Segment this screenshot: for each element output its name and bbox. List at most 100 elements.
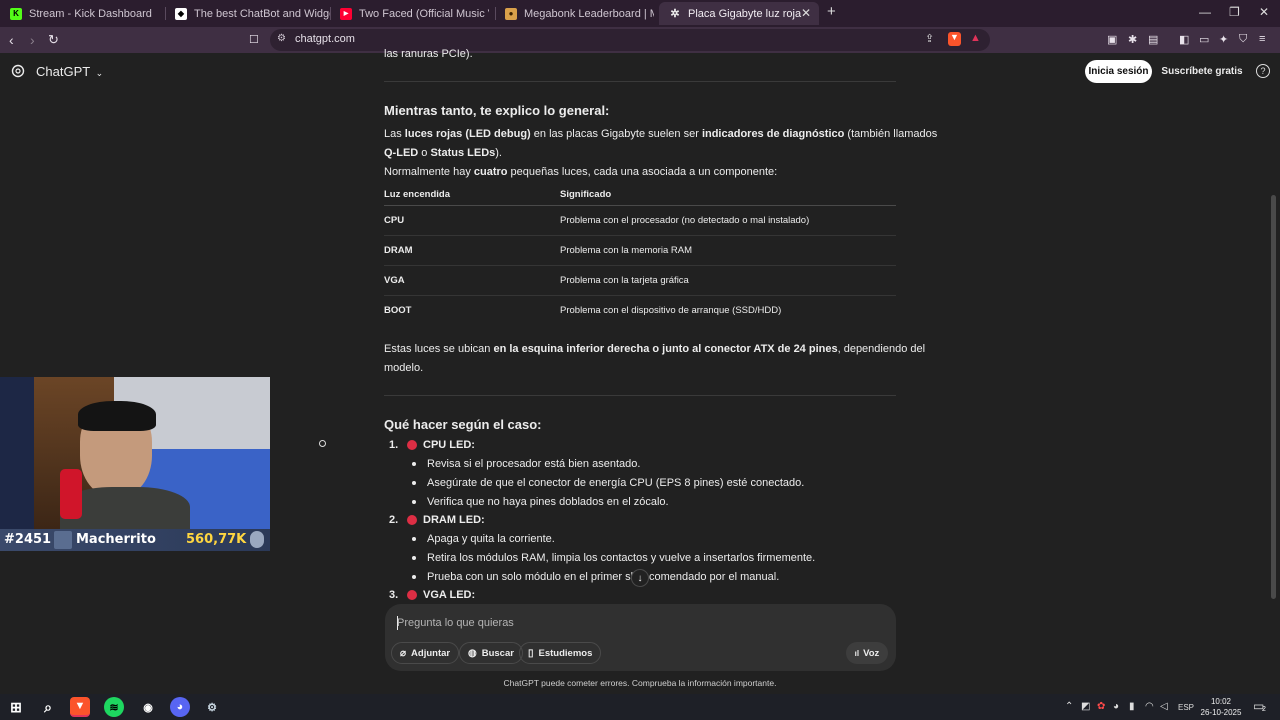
scroll-down-button[interactable]: ↓ [631,569,649,587]
bold-span: en la esquina inferior derecha o junto a… [493,343,838,355]
divider [384,81,896,82]
table-cell-meaning: Problema con el procesador (no detectado… [560,215,810,226]
volume-icon[interactable]: ◁ [1160,701,1168,712]
megabonk-icon: ● [505,7,517,20]
app-name: ChatGPT [36,64,90,79]
tab-placa-gigabyte[interactable]: ✲ Placa Gigabyte luz roja ✕ [659,2,819,25]
arrow-down-icon: ↓ [637,572,643,584]
browser-toolbar: ‹ › ↻ ☐ ⚙ chatgpt.com ⇪ ▼ ▲ ▣ ✱ ▤ ◧ ▭ ✦ … [0,27,1280,53]
webcam-background [0,377,34,529]
brave-browser-icon[interactable]: ▼ [70,697,90,717]
notification-count: 2 [1262,706,1266,713]
bullet [412,575,416,579]
text-span: pequeñas luces, cada una asociada a un c… [507,166,778,178]
site-info-icon[interactable]: ⚙ [277,33,286,44]
extension-icon[interactable]: ▣ [1107,33,1117,46]
minimize-button[interactable]: — [1199,5,1211,19]
red-circle-icon [407,440,417,450]
prompt-input[interactable]: Pregunta lo que quieras [397,617,514,629]
table-header-meaning: Significado [560,189,612,200]
voice-button[interactable]: ıl Voz [846,642,888,664]
media-icon[interactable]: ▤ [1148,33,1158,46]
text-span: Estas luces se ubican [384,343,494,355]
browser-tab-strip: K Stream - Kick Dashboard ◆ The best Cha… [0,0,1280,27]
list-number: 3. [389,589,399,601]
search-button[interactable]: ◍ Buscar [459,642,523,664]
bullet [412,500,416,504]
attach-button[interactable]: ⌀ Adjuntar [391,642,460,664]
share-icon[interactable]: ⇪ [925,32,934,45]
wifi-icon[interactable]: ◠ [1145,701,1154,712]
table-cell-led: BOOT [384,305,412,316]
model-selector[interactable]: ChatGPT ⌄ [36,64,103,79]
back-icon[interactable]: ‹ [9,32,14,48]
top-fragment: las ranuras PCIe). [384,48,473,60]
voice-label: Voz [863,647,880,659]
scrollbar[interactable] [1271,195,1276,599]
wallet-icon[interactable]: ▭ [1199,33,1209,46]
tab-botrix[interactable]: ◆ The best ChatBot and Widgets for Ki [165,2,330,25]
kick-icon: K [10,7,22,20]
bold-span: cuatro [473,166,508,178]
audio-device-icon[interactable]: ▮ [1129,701,1135,712]
windows-start-icon[interactable]: ⊞ [6,697,26,717]
study-button[interactable]: ▯ Estudiemos [519,642,602,664]
tab-kick-dashboard[interactable]: K Stream - Kick Dashboard [0,2,165,25]
rank: #2451 [4,532,52,547]
help-icon[interactable]: ? [1256,64,1270,78]
steam-icon[interactable]: ⚙ [202,697,222,717]
leo-ai-icon[interactable]: ✦ [1219,33,1228,46]
brave-shields-icon[interactable]: ▼ [948,32,961,46]
table-row-line [384,295,896,296]
reload-icon[interactable]: ↻ [48,32,59,48]
tab-youtube[interactable]: ▶ Two Faced (Official Music Video) - Lin [330,2,495,25]
red-circle-icon [407,590,417,600]
restore-button[interactable]: ❐ [1229,5,1240,19]
new-tab-button[interactable]: + [827,3,836,20]
signup-button[interactable]: Suscríbete gratis [1160,60,1244,83]
close-tab-icon[interactable]: ✕ [801,6,811,20]
security-icon[interactable]: ✿ [1097,701,1105,712]
paperclip-icon: ⌀ [400,647,407,659]
address-bar[interactable]: ⚙ chatgpt.com ⇪ ▼ ▲ [270,29,990,51]
bold-span: Status LEDs [430,147,496,159]
bullet [412,556,416,560]
discord-tray-icon[interactable]: ◕ [1113,701,1119,712]
openai-logo-icon [11,64,25,78]
language-indicator[interactable]: ESP [1178,703,1194,712]
spotify-icon[interactable]: ≋ [104,697,124,717]
table-cell-meaning: Problema con la tarjeta gráfica [560,275,689,286]
search-icon[interactable]: ⌕ [38,697,58,717]
discord-icon[interactable]: ◕ [170,697,190,717]
intro-paragraph-2: Normalmente hay cuatro pequeñas luces, c… [384,166,777,178]
tray-overflow-icon[interactable]: ⌃ [1065,701,1073,712]
obs-icon[interactable]: ◉ [138,697,158,717]
disclaimer: ChatGPT puede cometer errores. Comprueba… [503,678,777,688]
vpn-icon[interactable]: ⛉ [1239,33,1247,46]
section-heading: Qué hacer según el caso: [384,417,542,432]
bold-span: indicadores de diagnóstico [701,128,845,140]
botrix-icon: ◆ [175,7,187,20]
close-window-button[interactable]: ✕ [1259,5,1269,19]
table-cell-led: VGA [384,275,405,286]
login-button[interactable]: Inicia sesión [1085,60,1152,83]
brave-rewards-icon[interactable]: ▲ [970,32,981,44]
bold-span: Q-LED [384,147,419,159]
tab-title: Two Faced (Official Music Video) - Lin [359,7,489,20]
clock[interactable]: 10:02 26-10-2025 [1198,696,1244,718]
puzzle-icon[interactable]: ✱ [1128,33,1137,46]
text-span: Normalmente hay [384,166,474,178]
url-text: chatgpt.com [295,33,355,45]
tab-megabonk[interactable]: ● Megabonk Leaderboard | Megabonk [495,2,660,25]
menu-icon[interactable]: ≡ [1259,33,1265,45]
bullet [412,537,416,541]
bookmark-icon[interactable]: ☐ [249,33,259,46]
forward-icon[interactable]: › [30,32,35,48]
table-cell-meaning: Problema con el dispositivo de arranque … [560,305,782,316]
network-drive-icon[interactable]: ◩ [1081,701,1090,712]
webcam-microphone [60,469,82,519]
table-header-line [384,205,896,206]
date: 26-10-2025 [1200,708,1242,717]
sidebar-icon[interactable]: ◧ [1179,33,1189,46]
step-title: VGA LED: [423,589,476,601]
